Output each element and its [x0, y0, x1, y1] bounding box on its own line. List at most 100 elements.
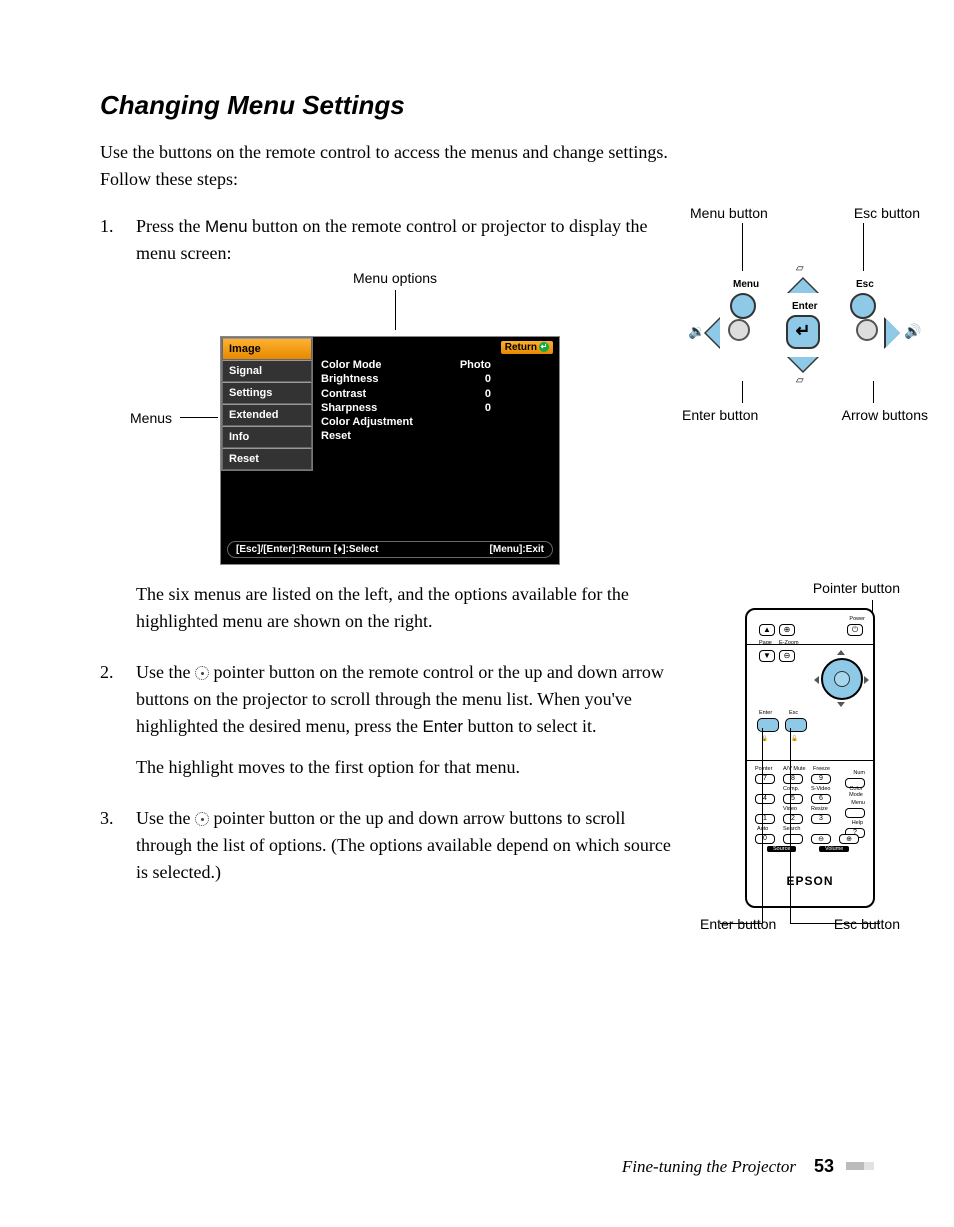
osd-footer: [Esc]/[Enter]:Return [♦]:Select [Menu]:E…: [227, 541, 553, 558]
svideo-label: S-Video: [811, 786, 830, 792]
ezoom-plus-button[interactable]: ⊕: [779, 624, 795, 636]
enter-button-word: Enter: [422, 717, 463, 736]
page-up-button[interactable]: ▲: [759, 624, 775, 636]
osd-menu-item-signal[interactable]: Signal: [222, 360, 312, 382]
left-round-button[interactable]: [728, 319, 750, 341]
osd-option-brightness[interactable]: Brightness0: [321, 372, 551, 386]
search-button[interactable]: [783, 834, 803, 844]
arrow-right-button[interactable]: [886, 319, 900, 347]
page-label: Page: [759, 640, 772, 646]
step-2-text: Use the pointer button on the remote con…: [136, 659, 676, 740]
callout-line: [790, 728, 791, 923]
unlock-icon: 🔓: [791, 736, 798, 742]
pointer-button-callout: Pointer button: [720, 580, 900, 596]
osd-menu-item-extended[interactable]: Extended: [222, 404, 312, 426]
osd-menu-item-settings[interactable]: Settings: [222, 382, 312, 404]
volume-down-icon: 🔉: [688, 323, 705, 340]
osd-option-color-mode[interactable]: Color ModePhoto: [321, 358, 551, 372]
menu-keypad-button[interactable]: [845, 808, 865, 818]
osd-option-color-adjustment[interactable]: Color Adjustment: [321, 415, 551, 429]
nav-down-icon: [837, 702, 845, 707]
menu-button-word: Menu: [205, 217, 248, 236]
callout-line: [742, 381, 743, 403]
callout-line: [790, 923, 880, 924]
pointer-icon: [195, 666, 209, 680]
ezoom-label: E-Zoom: [779, 640, 799, 646]
esc-button[interactable]: [850, 293, 876, 319]
ezoom-minus-button[interactable]: ⊖: [779, 650, 795, 662]
opt-val: 0: [485, 372, 551, 386]
osd-menu-item-reset[interactable]: Reset: [222, 448, 312, 470]
vol-down-button[interactable]: ⊖: [811, 834, 831, 844]
enter-icon: ↵: [795, 320, 810, 341]
key-6-button[interactable]: 6: [811, 794, 831, 804]
footer-chapter-title: Fine-tuning the Projector: [622, 1157, 796, 1176]
step-3-pre: Use the: [136, 808, 195, 828]
volume-up-icon: 🔊: [904, 323, 921, 340]
opt-val: [491, 415, 551, 429]
enter-label: Enter: [759, 710, 772, 716]
opt-val: 0: [485, 401, 551, 415]
remote-enter-callout: Enter button: [700, 916, 776, 932]
keystone-wide-icon: ▱: [796, 263, 804, 274]
key-2-button[interactable]: 2: [783, 814, 803, 824]
pointer-nav-ring[interactable]: [821, 658, 863, 700]
right-round-button[interactable]: [856, 319, 878, 341]
colormode-label: Color Mode: [845, 786, 867, 798]
key-4-button[interactable]: 4: [755, 794, 775, 804]
resize-label: Resize: [811, 806, 828, 812]
footer-page-number: 53: [814, 1156, 834, 1176]
arrow-up-button[interactable]: [789, 279, 817, 293]
vol-up-button[interactable]: ⊕: [839, 834, 859, 844]
osd-option-reset[interactable]: Reset: [321, 429, 551, 443]
step-3-text: Use the pointer button or the up and dow…: [136, 805, 676, 886]
step-2-post: button to select it.: [463, 716, 596, 736]
key-5-button[interactable]: 5: [783, 794, 803, 804]
esc-button-callout: Esc button: [854, 205, 920, 221]
brand-logo: EPSON: [747, 874, 873, 888]
divider: [747, 760, 873, 761]
page-down-button[interactable]: ▼: [759, 650, 775, 662]
osd-return-button[interactable]: Return↵: [501, 341, 553, 354]
remote-control: Power ▲ ⊕ ⏻ Page E-Zoom ▼ ⊖ Enter Esc 🔒 …: [745, 608, 875, 908]
search-label: Search: [783, 826, 800, 832]
step-3-number: 3.: [100, 805, 136, 900]
step-3-post: pointer button or the up and down arrow …: [136, 808, 671, 882]
arrow-left-button[interactable]: [706, 319, 720, 347]
key-9-button[interactable]: 9: [811, 774, 831, 784]
enter-button[interactable]: ↵: [786, 315, 820, 349]
pointer-center-button[interactable]: [834, 671, 850, 687]
osd-menu-item-info[interactable]: Info: [222, 426, 312, 448]
opt-key: Color Mode: [321, 358, 382, 372]
key-1-button[interactable]: 1: [755, 814, 775, 824]
key-0-button[interactable]: 0: [755, 834, 775, 844]
menu-label: Menu: [733, 279, 759, 290]
osd-option-contrast[interactable]: Contrast0: [321, 387, 551, 401]
osd-return-label: Return: [505, 342, 537, 353]
osd-option-sharpness[interactable]: Sharpness0: [321, 401, 551, 415]
key-3-button[interactable]: 3: [811, 814, 831, 824]
step-2-after: The highlight moves to the first option …: [136, 754, 676, 781]
nav-left-icon: [814, 676, 819, 684]
menu-button[interactable]: [730, 293, 756, 319]
callout-line: [720, 923, 762, 924]
opt-key: Color Adjustment: [321, 415, 413, 429]
remote-esc-button[interactable]: [785, 718, 807, 732]
control-panel-figure: Menu button Esc button ▱ Menu Esc Enter …: [680, 205, 930, 423]
osd-menu-item-image[interactable]: Image: [222, 338, 312, 360]
section-title: Changing Menu Settings: [100, 90, 854, 121]
callout-line: [742, 223, 743, 271]
remote-enter-button[interactable]: [757, 718, 779, 732]
arrow-down-button[interactable]: [789, 357, 817, 371]
source-label: Source: [767, 846, 796, 852]
osd-menu-list: Image Signal Settings Extended Info Rese…: [221, 337, 313, 471]
power-label: Power: [849, 616, 865, 622]
opt-val: 0: [485, 387, 551, 401]
menu-keypad-label: Menu: [851, 800, 865, 806]
power-button[interactable]: ⏻: [847, 624, 863, 636]
key-8-button[interactable]: 8: [783, 774, 803, 784]
step-1-after: The six menus are listed on the left, an…: [136, 581, 676, 635]
keystone-narrow-icon: ▱: [796, 375, 804, 386]
enter-label: Enter: [792, 301, 818, 312]
key-7-button[interactable]: 7: [755, 774, 775, 784]
